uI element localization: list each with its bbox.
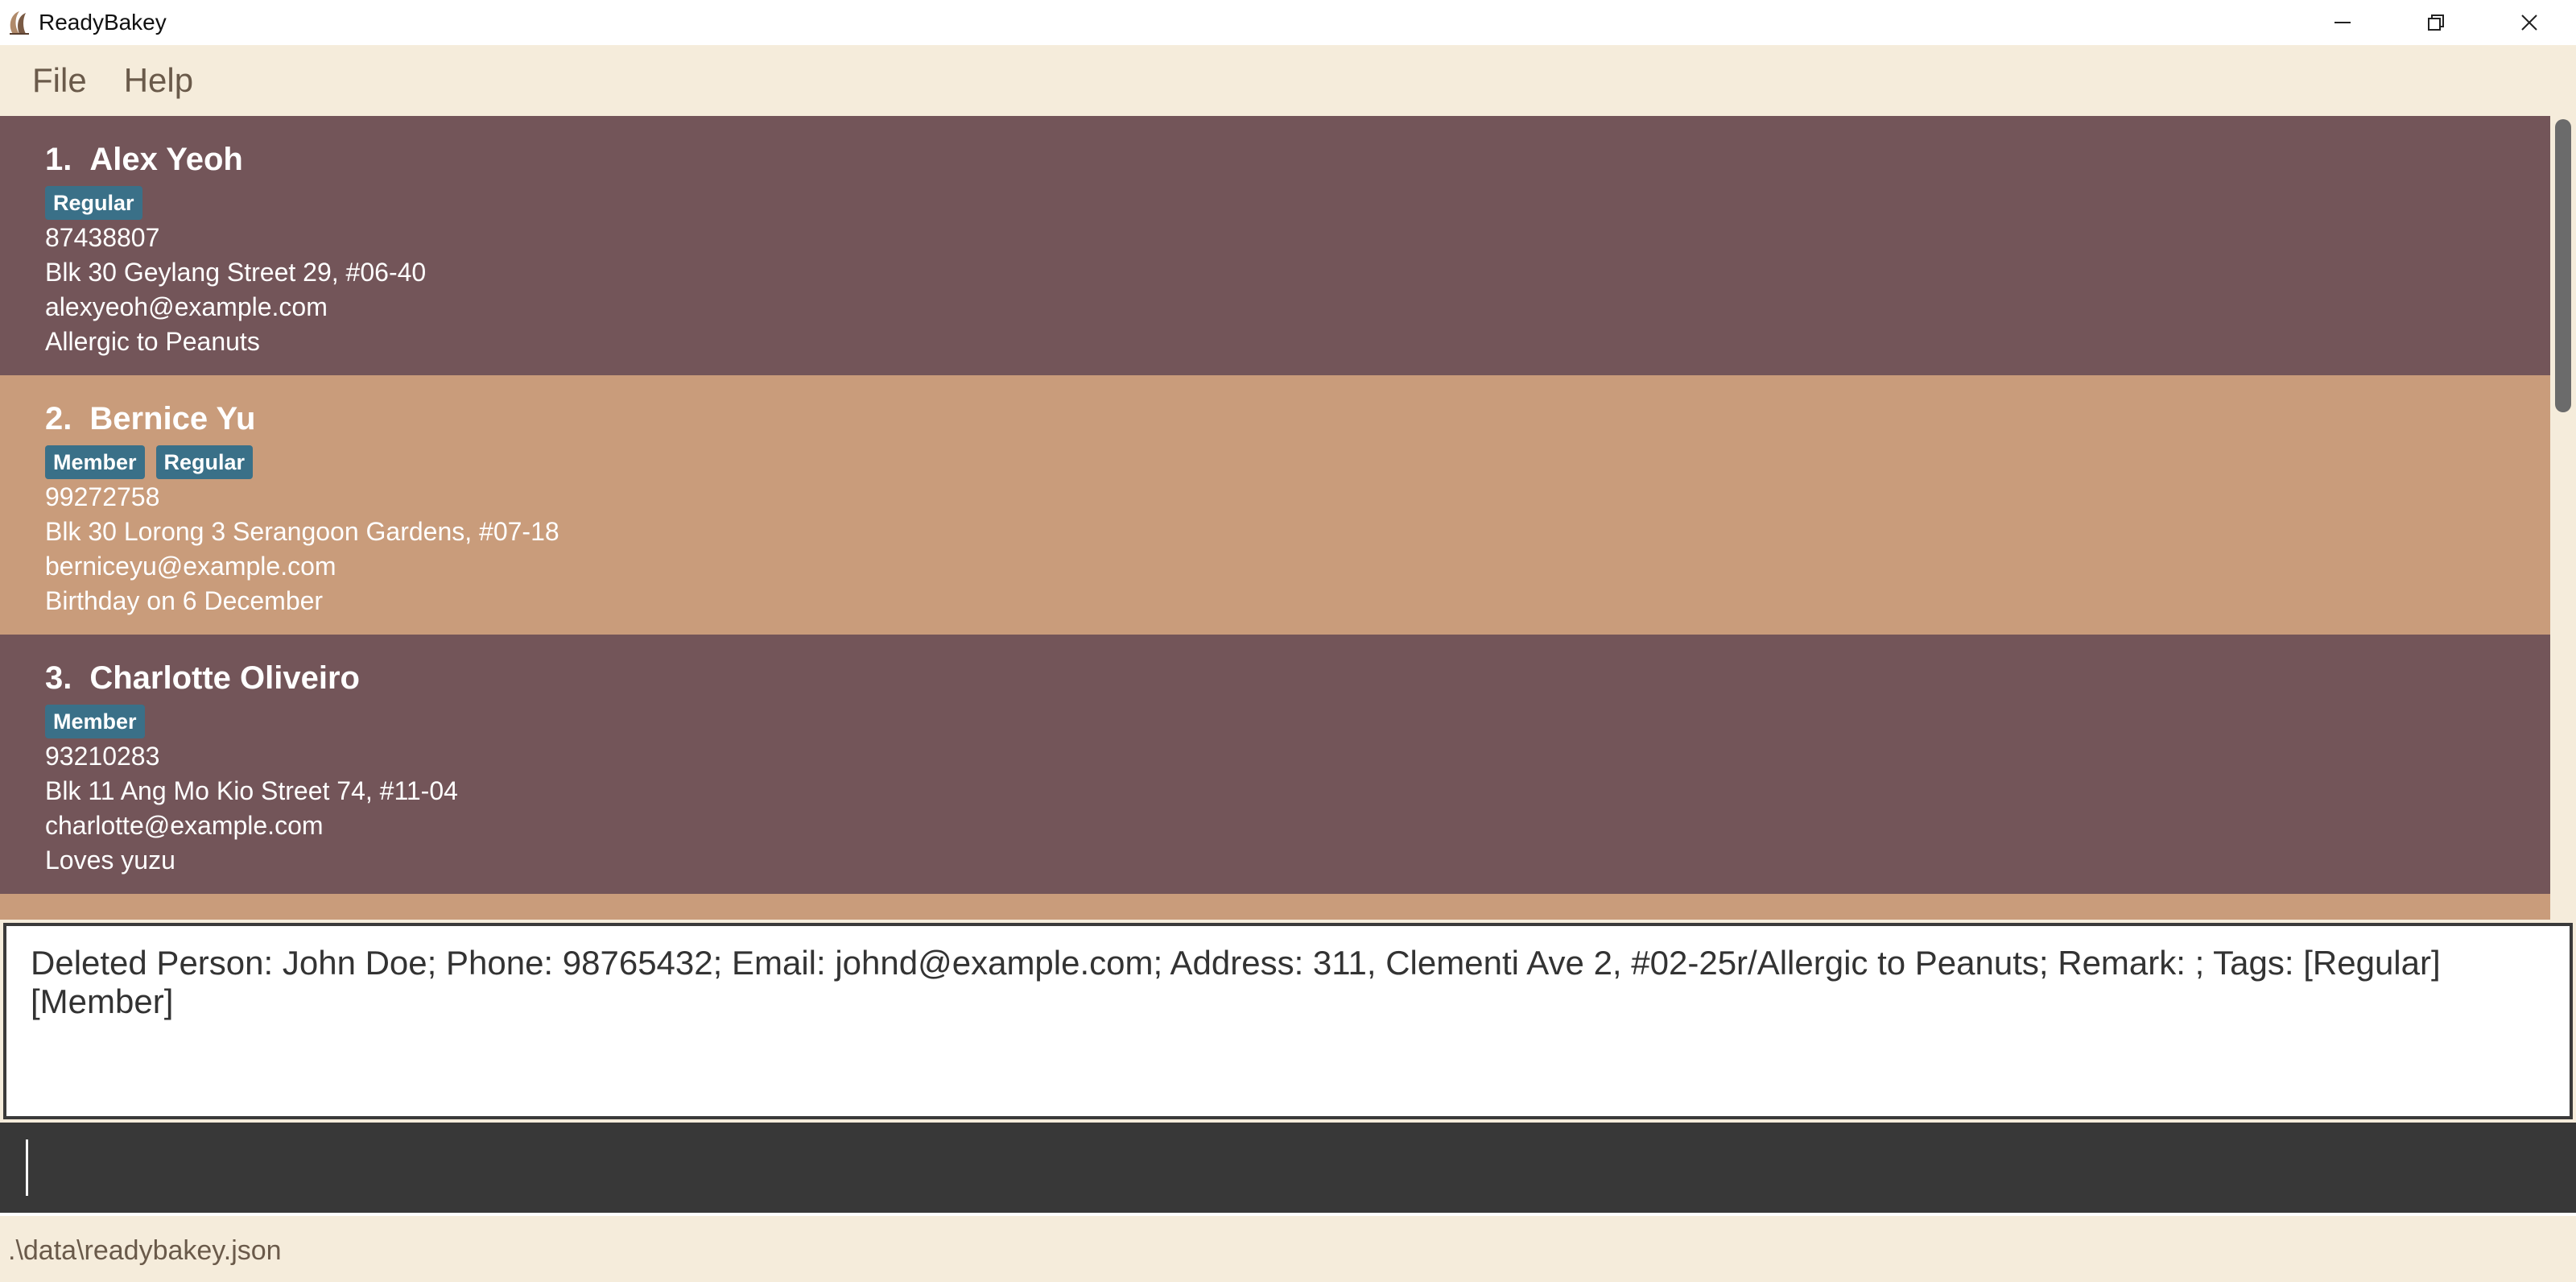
window-controls [2296,0,2576,45]
minimize-icon[interactable] [2296,0,2389,45]
person-email: berniceyu@example.com [45,552,336,581]
tag-badge: Regular [45,186,142,220]
person-address: Blk 30 Lorong 3 Serangoon Gardens, #07-1… [45,517,559,546]
text-cursor [26,1139,28,1196]
tag-badge: Member [45,705,145,738]
menu-file[interactable]: File [32,61,87,100]
save-file-path: .\data\readybakey.json [8,1234,282,1266]
tag-badge: Member [45,445,145,479]
person-list[interactable]: 1. Alex Yeoh Regular 87438807 Blk 30 Gey… [0,116,2550,920]
tag-list: Member [45,704,2550,739]
person-phone: 93210283 [45,742,160,771]
status-bar: .\data\readybakey.json [0,1219,2576,1282]
person-phone: 99272758 [45,482,160,511]
tag-list: Member Regular [45,445,2550,480]
person-card[interactable]: 1. Alex Yeoh Regular 87438807 Blk 30 Gey… [0,116,2550,375]
person-name-row: 1. Alex Yeoh [45,137,2550,182]
person-remark: Allergic to Peanuts [45,327,260,356]
person-card-partial[interactable] [0,894,2550,920]
app-logo-icon [3,0,35,45]
menu-bar: File Help [0,45,2576,116]
close-icon[interactable] [2483,0,2576,45]
person-remark: Loves yuzu [45,846,175,875]
person-name: Charlotte Oliveiro [89,660,360,696]
tag-badge: Regular [155,445,254,479]
person-name-row: 3. Charlotte Oliveiro [45,655,2550,701]
result-display: Deleted Person: John Doe; Phone: 9876543… [3,923,2573,1119]
person-remark: Birthday on 6 December [45,586,324,615]
person-address: Blk 30 Geylang Street 29, #06-40 [45,258,427,287]
title-bar: ReadyBakey [0,0,2576,45]
person-email: charlotte@example.com [45,811,324,840]
person-address: Blk 11 Ang Mo Kio Street 74, #11-04 [45,776,458,805]
person-name: Bernice Yu [89,400,256,436]
menu-help[interactable]: Help [124,61,193,100]
window-title: ReadyBakey [39,10,167,35]
person-card[interactable]: 3. Charlotte Oliveiro Member 93210283 Bl… [0,635,2550,894]
person-index: 1. [45,141,72,177]
person-index: 2. [45,400,72,436]
restore-icon[interactable] [2389,0,2483,45]
person-index: 3. [45,660,72,696]
person-name: Alex Yeoh [89,141,243,177]
person-card[interactable]: 2. Bernice Yu Member Regular 99272758 Bl… [0,375,2550,635]
person-name-row: 2. Bernice Yu [45,396,2550,441]
list-scrollbar[interactable] [2550,116,2576,920]
person-phone: 87438807 [45,223,160,252]
result-text: Deleted Person: John Doe; Phone: 9876543… [31,944,2441,1020]
tag-list: Regular [45,185,2550,221]
command-box[interactable] [0,1123,2576,1216]
scrollbar-thumb[interactable] [2555,119,2571,412]
person-email: alexyeoh@example.com [45,292,328,321]
